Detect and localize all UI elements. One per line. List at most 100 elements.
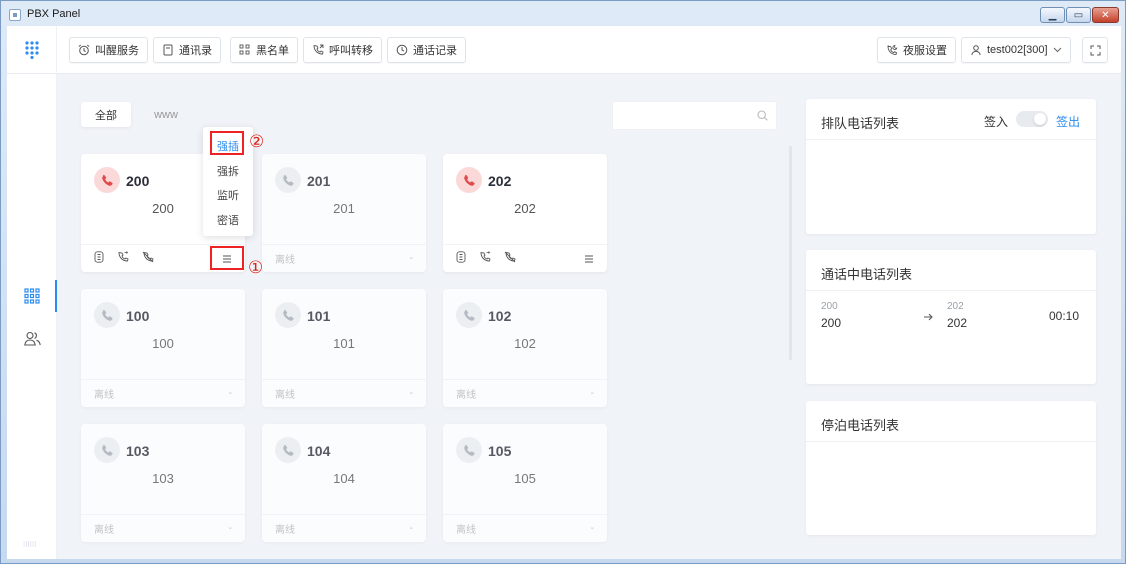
phone-icon: [275, 437, 301, 463]
hangup-icon[interactable]: [142, 250, 154, 268]
dialpad-logo-icon[interactable]: [7, 26, 57, 74]
window-frame: PBX Panel ▁ ▭ ✕ 叫醒服务 通讯录 黑名单 呼叫转移 通话记录 夜…: [0, 0, 1126, 564]
dialpad-icon[interactable]: [456, 250, 466, 268]
app-icon: [9, 9, 21, 21]
extension-name: 100: [152, 336, 174, 351]
extension-card[interactable]: 202 202: [443, 154, 607, 272]
extension-card-footer: 离线 -: [81, 514, 245, 542]
extension-card[interactable]: 103 103 离线 -: [81, 424, 245, 542]
extension-card-footer: 离线 -: [81, 379, 245, 407]
extension-status-dash: -: [409, 388, 413, 399]
extension-status: 离线: [94, 390, 114, 401]
dialpad-icon[interactable]: [94, 250, 104, 268]
close-icon: ✕: [1101, 9, 1110, 21]
call-forward-label: 呼叫转移: [329, 45, 373, 57]
extension-card-footer: 离线 -: [262, 514, 426, 542]
user-icon: [971, 45, 981, 56]
phone-icon: [456, 302, 482, 328]
extension-number: 202: [488, 173, 512, 189]
extension-status: 离线: [275, 255, 295, 266]
blacklist-label: 黑名单: [256, 45, 289, 57]
window-title: PBX Panel: [27, 8, 81, 20]
card-menu-button[interactable]: [584, 255, 594, 263]
call-duration: 00:10: [1049, 309, 1080, 323]
maximize-button[interactable]: ▭: [1066, 7, 1091, 23]
title-bar[interactable]: PBX Panel ▁ ▭ ✕: [1, 1, 1125, 27]
queue-panel: 排队电话列表 签入 签出: [806, 99, 1096, 234]
sidebar-item-users[interactable]: [7, 320, 57, 356]
extension-card[interactable]: 101 101 离线 -: [262, 289, 426, 407]
minimize-button[interactable]: ▁: [1040, 7, 1065, 23]
extension-number: 104: [307, 443, 331, 459]
phone-transfer-icon[interactable]: [117, 250, 129, 268]
extension-card-footer: 离线 -: [443, 379, 607, 407]
fullscreen-icon: [1090, 45, 1100, 55]
grid-icon: [24, 288, 40, 304]
user-menu-button[interactable]: test002[300]: [961, 37, 1071, 63]
blacklist-button[interactable]: 黑名单: [230, 37, 298, 63]
extension-card[interactable]: 105 105 离线 -: [443, 424, 607, 542]
contacts-button[interactable]: 通讯录: [153, 37, 221, 63]
night-service-button[interactable]: 夜服设置: [877, 37, 956, 63]
fullscreen-button[interactable]: [1082, 37, 1108, 63]
extension-card[interactable]: 102 102 离线 -: [443, 289, 607, 407]
menu-item-whisper[interactable]: 密语: [203, 212, 253, 228]
search-icon: [757, 110, 768, 121]
minimize-icon: ▁: [1048, 9, 1057, 21]
extension-status: 离线: [275, 525, 295, 536]
extension-status-dash: -: [228, 523, 232, 534]
extension-card[interactable]: 104 104 离线 -: [262, 424, 426, 542]
extension-number: 105: [488, 443, 512, 459]
clock-icon: [396, 44, 408, 56]
arrow-right-icon: [924, 308, 934, 326]
sidebar-version-mark: IIIIII: [23, 540, 37, 549]
close-button[interactable]: ✕: [1092, 7, 1119, 23]
wakeup-service-label: 叫醒服务: [95, 45, 139, 57]
menu-item-force-hangup[interactable]: 强拆: [203, 163, 253, 179]
scrollbar[interactable]: [789, 146, 792, 360]
phone-icon: [456, 437, 482, 463]
wakeup-service-button[interactable]: 叫醒服务: [69, 37, 148, 63]
sidebar-item-dialpad[interactable]: [7, 278, 57, 314]
annotation-number-one: ①: [248, 258, 264, 278]
call-to: 202: [947, 316, 968, 330]
call-from: 200: [821, 316, 842, 330]
extension-status: 离线: [94, 525, 114, 536]
extension-status: 离线: [456, 525, 476, 536]
call-forward-button[interactable]: 呼叫转移: [303, 37, 382, 63]
menu-item-monitor[interactable]: 监听: [203, 187, 253, 203]
extension-card-footer: [443, 244, 607, 272]
restore-icon: ▭: [1073, 9, 1084, 21]
search-input[interactable]: [612, 101, 777, 130]
sign-in-toggle[interactable]: [1016, 111, 1048, 127]
extension-name: 201: [333, 201, 355, 216]
extension-name: 101: [333, 336, 355, 351]
extension-number: 201: [307, 173, 331, 189]
extension-card[interactable]: 100 100 离线 -: [81, 289, 245, 407]
phone-transfer-icon[interactable]: [479, 250, 491, 268]
hangup-icon[interactable]: [504, 250, 516, 268]
sign-in-label: 签入: [984, 115, 1009, 129]
sign-out-link[interactable]: 签出: [1056, 113, 1080, 130]
tab-all[interactable]: 全部: [81, 102, 131, 127]
extension-status-dash: -: [409, 523, 413, 534]
call-log-button[interactable]: 通话记录: [387, 37, 466, 63]
extension-card[interactable]: 201 201 离线 -: [262, 154, 426, 272]
moon-phone-icon: [887, 45, 898, 55]
parked-calls-panel-title: 停泊电话列表: [821, 418, 900, 433]
user-label: test002[300]: [987, 44, 1048, 56]
menu-icon: [585, 255, 593, 262]
extension-status-dash: -: [590, 388, 594, 399]
extension-number: 103: [126, 443, 150, 459]
alarm-clock-icon: [78, 44, 90, 56]
users-icon: [23, 331, 41, 346]
left-sidebar: IIIIII: [7, 74, 57, 559]
grid-block-icon: [239, 44, 250, 55]
extension-name: 103: [152, 471, 174, 486]
active-calls-panel-title: 通话中电话列表: [821, 267, 913, 282]
active-call-row[interactable]: 200 200 202 202 00:10: [806, 291, 1096, 341]
annotation-box-barge-in: [210, 131, 244, 155]
extension-number: 200: [126, 173, 150, 189]
extension-name: 102: [514, 336, 536, 351]
tab-www[interactable]: www: [141, 102, 191, 127]
